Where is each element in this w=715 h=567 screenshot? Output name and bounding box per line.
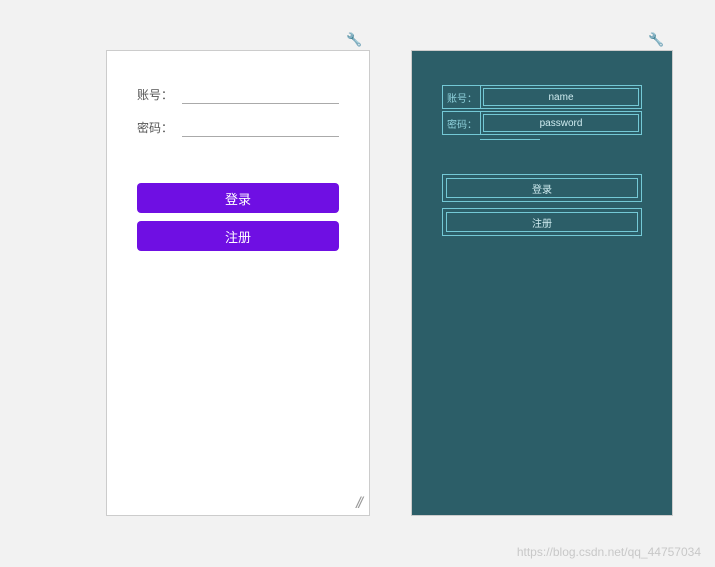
username-label: 账号： [137, 86, 182, 103]
login-button[interactable]: 登录 [137, 183, 339, 213]
password-input[interactable] [182, 118, 339, 137]
wrench-icon[interactable]: 🔧 [346, 32, 362, 48]
bp-password-label: 密码： [443, 112, 481, 134]
register-button[interactable]: 注册 [137, 221, 339, 251]
resize-handle-icon[interactable]: // [356, 495, 361, 513]
button-group: 登录 注册 [107, 183, 369, 251]
watermark: https://blog.csdn.net/qq_44757034 [517, 545, 701, 559]
blueprint-pane: 账号： name 密码： password 登录 注册 [411, 50, 673, 516]
preview-pane: 账号： 密码： 登录 注册 // [106, 50, 370, 516]
wrench-icon[interactable]: 🔧 [648, 32, 664, 48]
bp-register-button[interactable]: 注册 [442, 208, 642, 236]
password-label: 密码： [137, 119, 182, 136]
bp-username-row[interactable]: 账号： name [442, 85, 642, 109]
bp-password-row[interactable]: 密码： password [442, 111, 642, 135]
username-row: 账号： [107, 85, 369, 104]
bp-divider [480, 139, 540, 140]
username-input[interactable] [182, 85, 339, 104]
bp-button-group: 登录 注册 [442, 174, 642, 236]
bp-username-field: name [483, 88, 639, 106]
password-row: 密码： [107, 118, 369, 137]
bp-password-field: password [483, 114, 639, 132]
bp-username-label: 账号： [443, 86, 481, 108]
bp-login-button[interactable]: 登录 [442, 174, 642, 202]
